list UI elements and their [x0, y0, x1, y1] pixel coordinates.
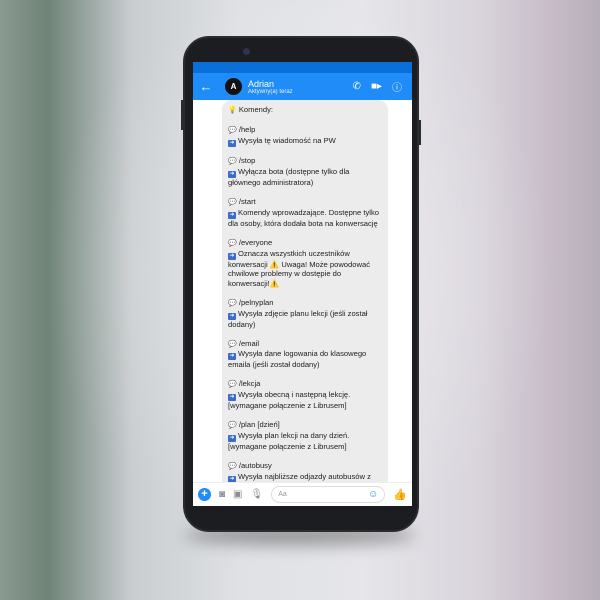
speech-bubble-icon: 💬 — [228, 463, 237, 471]
speech-bubble-icon: 💬 — [228, 199, 237, 207]
composer-bar: + ◙ ▣ 🎙 Aa ☺ 👍 — [193, 482, 412, 506]
message-list[interactable]: 💡 Komendy: 💬 /help ➜ Wysyła tę wiadomość n… — [193, 100, 412, 482]
speech-bubble-icon: 💬 — [228, 158, 237, 166]
avatar[interactable]: A — [225, 78, 242, 95]
chat-header: ← A Adrian Aktywny(a) teraz ✆ ■▸ ⓘ — [193, 73, 412, 100]
command-name: /pelnyplan — [238, 297, 274, 307]
command-entry: 💬 /everyone ➜ Oznacza wszystkich uczestnik… — [228, 238, 382, 288]
command-entry: 💬 /autobusy ➜ Wysyła najbliższe odjazdy au… — [228, 461, 382, 482]
speech-bubble-icon: 💬 — [228, 239, 237, 247]
command-name: /everyone — [238, 237, 273, 247]
command-entry: 💬 /help ➜ Wysyła tę wiadomość na PW — [228, 125, 382, 147]
contact-name[interactable]: Adrian — [248, 79, 353, 89]
command-description: Komendy wprowadzające. Dostępne tylko dl… — [228, 207, 379, 228]
camera-icon[interactable]: ◙ — [219, 489, 225, 500]
phone-icon[interactable]: ✆ — [353, 81, 361, 92]
command-description: Wysyła zdjęcie planu lekcji (jeśli zosta… — [228, 308, 368, 329]
command-entry: 💬 /lekcja ➜ Wysyła obecną i następną lekcj… — [228, 379, 382, 410]
right-arrow-icon: ➜ — [228, 353, 236, 361]
message-bubble: 💡 Komendy: 💬 /help ➜ Wysyła tę wiadomość n… — [222, 100, 388, 482]
command-name: /help — [238, 125, 256, 135]
right-arrow-icon: ➜ — [228, 252, 236, 260]
command-entry: 💬 /start ➜ Komendy wprowadzające. Dostępne… — [228, 197, 382, 228]
command-name: /lekcja — [238, 379, 261, 389]
command-name: /autobusy — [238, 461, 272, 471]
front-camera — [243, 48, 250, 55]
message-input[interactable]: Aa ☺ — [271, 486, 386, 503]
speech-bubble-icon: 💬 — [228, 422, 237, 430]
command-name: /email — [238, 338, 260, 348]
command-description: Oznacza wszystkich uczestników konwersac… — [228, 248, 370, 288]
emoji-icon[interactable]: ☺ — [368, 489, 378, 500]
right-arrow-icon: ➜ — [228, 312, 236, 320]
command-entry: 💬 /stop ➜ Wyłącza bota (dostępne tylko dla… — [228, 156, 382, 187]
plus-icon[interactable]: + — [198, 488, 211, 501]
back-arrow-icon[interactable]: ← — [193, 79, 219, 94]
command-name: /stop — [238, 156, 256, 166]
command-entry: 💬 /email ➜ Wysyła dane logowania do klasow… — [228, 339, 382, 370]
command-description: Wysyła dane logowania do klasowego email… — [228, 349, 367, 370]
messenger-screen: ← A Adrian Aktywny(a) teraz ✆ ■▸ ⓘ 💡 Kom… — [193, 62, 412, 506]
image-icon[interactable]: ▣ — [233, 489, 242, 500]
command-description: Wysyła plan lekcji na dany dzień. [wymag… — [228, 430, 350, 451]
right-arrow-icon: ➜ — [228, 434, 236, 442]
thumbs-up-icon[interactable]: 👍 — [393, 488, 407, 501]
command-entry: 💬 /pelnyplan ➜ Wysyła zdjęcie planu lekcji… — [228, 298, 382, 329]
right-arrow-icon: ➜ — [228, 211, 236, 219]
lightbulb-icon: 💡 — [228, 107, 237, 114]
right-arrow-icon: ➜ — [228, 170, 236, 178]
video-camera-icon[interactable]: ■▸ — [371, 81, 382, 92]
speech-bubble-icon: 💬 — [228, 127, 237, 135]
message-title: Komendy: — [238, 105, 274, 114]
message-input-placeholder: Aa — [278, 491, 287, 498]
microphone-icon[interactable]: 🎙 — [251, 489, 264, 500]
right-arrow-icon: ➜ — [228, 394, 236, 402]
info-icon[interactable]: ⓘ — [392, 79, 402, 94]
speech-bubble-icon: 💬 — [228, 381, 237, 389]
speech-bubble-icon: 💬 — [228, 299, 237, 307]
command-description: Wysyła tę wiadomość na PW — [238, 135, 336, 145]
status-bar — [193, 62, 412, 73]
command-description: Wysyła najbliższe odjazdy autobusów z pr… — [238, 471, 371, 481]
command-description: Wysyła obecną i następną lekcję. [wymaga… — [228, 390, 351, 411]
command-description: Wyłącza bota (dostępne tylko dla główneg… — [228, 166, 350, 187]
command-name: /plan [dzień] — [238, 420, 280, 430]
right-arrow-icon: ➜ — [228, 139, 236, 147]
command-name: /start — [238, 197, 256, 207]
active-status: Aktywny(a) teraz — [248, 88, 293, 95]
command-entry: 💬 /plan [dzień] ➜ Wysyła plan lekcji na da… — [228, 420, 382, 451]
volume-button — [181, 100, 184, 130]
power-button — [418, 120, 421, 145]
speech-bubble-icon: 💬 — [228, 340, 237, 348]
